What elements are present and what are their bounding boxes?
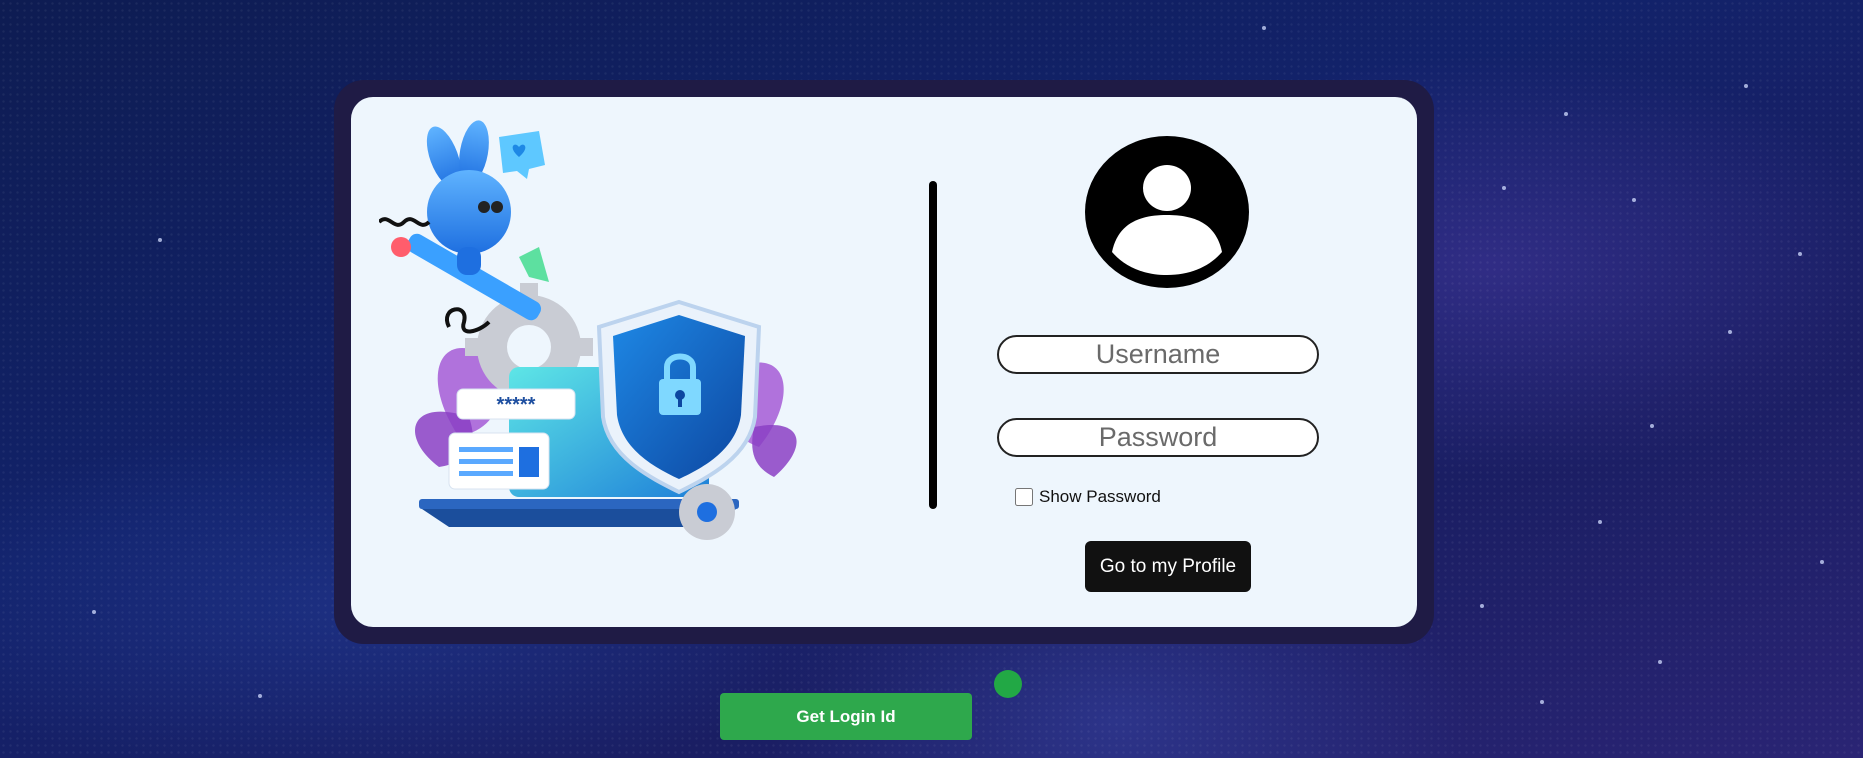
show-password-toggle[interactable]: Show Password (1015, 487, 1161, 507)
show-password-checkbox[interactable] (1015, 488, 1033, 506)
vertical-divider (929, 181, 937, 509)
username-input[interactable] (997, 335, 1319, 374)
status-indicator (994, 670, 1022, 698)
password-input[interactable] (997, 418, 1319, 457)
go-to-profile-button[interactable]: Go to my Profile (1085, 541, 1251, 592)
login-card: ***** Username Show Password Go to my Pr… (351, 97, 1417, 627)
security-illustration: ***** (379, 120, 797, 540)
svg-text:*****: ***** (497, 394, 536, 416)
user-avatar-icon (1085, 136, 1249, 288)
show-password-label: Show Password (1039, 487, 1161, 506)
get-login-id-button[interactable]: Get Login Id (720, 693, 972, 740)
illustration-credit (921, 541, 951, 547)
